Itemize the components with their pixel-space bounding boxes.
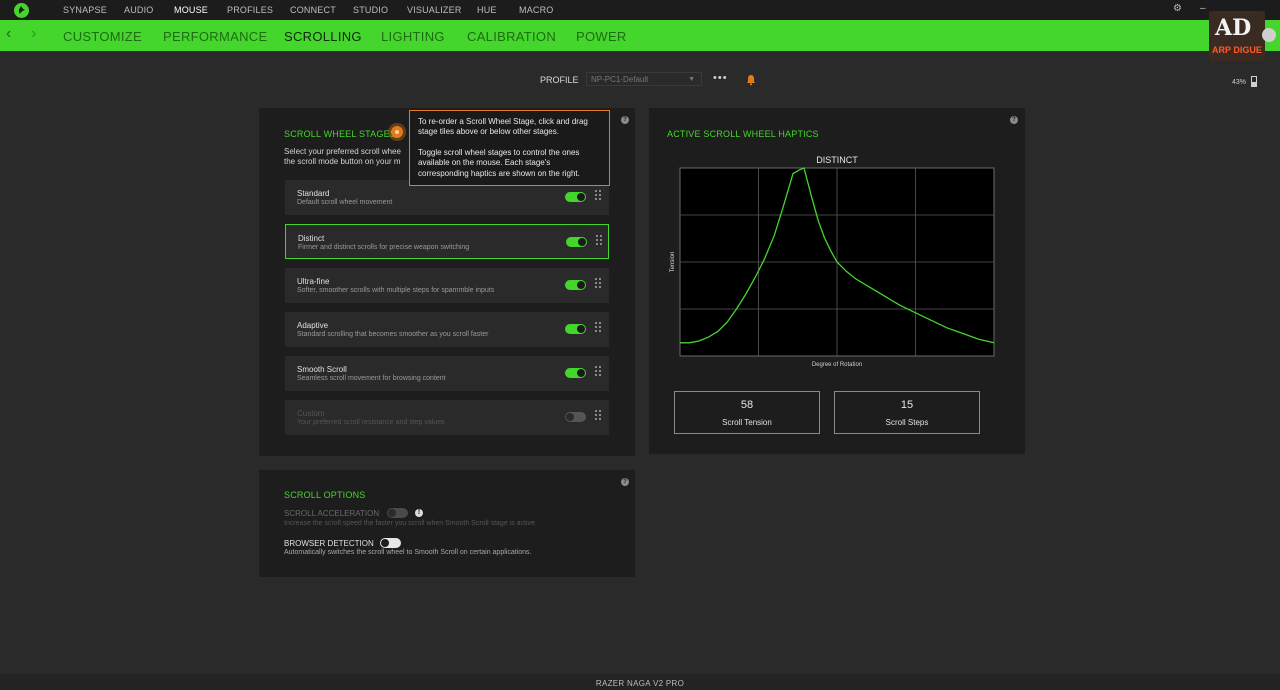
mouse-subnav: ‹ › CUSTOMIZE PERFORMANCE SCROLLING LIGH… (0, 20, 1280, 51)
drag-handle-icon[interactable] (596, 235, 602, 248)
stage-tile-distinct[interactable]: Distinct Firmer and distinct scrolls for… (285, 224, 609, 259)
stage-name: Custom (297, 409, 325, 418)
scroll-options-help-icon[interactable]: ? (621, 478, 629, 486)
top-navigation-bar: SYNAPSE AUDIO MOUSE PROFILES CONNECT STU… (0, 0, 1280, 20)
scroll-tension-value: 58 (740, 399, 754, 411)
drag-handle-icon[interactable] (595, 366, 601, 379)
scroll-steps-box[interactable]: 15 Scroll Steps (834, 391, 980, 434)
bell-icon[interactable] (745, 73, 757, 91)
stage-toggle-distinct[interactable] (566, 237, 587, 247)
stage-description: Default scroll wheel movement (297, 199, 393, 206)
browser-detection-description: Automatically switches the scroll wheel … (284, 549, 532, 556)
stage-name: Distinct (298, 234, 325, 243)
haptics-chart: Tension Degree of Rotation (670, 167, 995, 368)
topnav-synapse[interactable]: SYNAPSE (63, 5, 107, 15)
topnav-profiles[interactable]: PROFILES (227, 5, 273, 15)
tooltip-paragraph-2: Toggle scroll wheel stages to control th… (418, 147, 580, 178)
tab-lighting[interactable]: LIGHTING (381, 29, 445, 44)
scroll-options-title: SCROLL OPTIONS (284, 490, 366, 500)
stage-description: Seamless scroll movement for browsing co… (297, 375, 446, 382)
drag-handle-icon[interactable] (595, 278, 601, 291)
battery-percent: 43% (1232, 79, 1247, 86)
stage-description: Standard scrolling that becomes smoother… (297, 331, 489, 338)
forward-arrow-icon[interactable]: › (31, 25, 36, 43)
back-arrow-icon[interactable]: ‹ (6, 25, 11, 43)
settings-gear-icon[interactable]: ⚙ (1173, 3, 1182, 14)
stages-description-line1: Select your preferred scroll whee (284, 147, 401, 156)
browser-detection-label: BROWSER DETECTION (284, 539, 374, 548)
stage-tile-custom[interactable]: Custom Your preferred scroll resistance … (285, 400, 609, 435)
stage-toggle-smooth-scroll[interactable] (565, 368, 586, 378)
scroll-steps-value: 15 (900, 399, 914, 411)
stage-toggle-custom[interactable] (565, 412, 586, 422)
tooltip-indicator-icon[interactable] (391, 126, 403, 138)
chart-title: DISTINCT (816, 155, 858, 165)
profile-more-button[interactable]: ••• (713, 72, 728, 84)
drag-handle-icon[interactable] (595, 190, 601, 203)
scroll-acceleration-toggle[interactable] (387, 508, 408, 518)
profile-value: NP-PC1-Default (591, 75, 649, 84)
razer-logo-icon[interactable] (14, 3, 29, 18)
battery-icon (1251, 76, 1257, 87)
device-name: RAZER NAGA V2 PRO (595, 679, 685, 688)
profile-dropdown[interactable]: NP-PC1-Default ▼ (586, 72, 702, 86)
stages-help-icon[interactable]: ? (621, 116, 629, 124)
stage-name: Standard (297, 189, 330, 198)
drag-handle-icon[interactable] (595, 322, 601, 335)
stages-title: SCROLL WHEEL STAGES (284, 129, 396, 139)
x-axis-label: Degree of Rotation (812, 362, 862, 368)
scroll-tension-label: Scroll Tension (722, 418, 772, 427)
watermark-logo: AD ARP DIGUE (1209, 11, 1265, 61)
profile-label: PROFILE (540, 75, 579, 85)
tooltip-paragraph-1: To re-order a Scroll Wheel Stage, click … (418, 117, 588, 137)
device-footer: RAZER NAGA V2 PRO (0, 674, 1280, 690)
topnav-mouse[interactable]: MOUSE (174, 5, 208, 15)
chevron-down-icon: ▼ (688, 76, 695, 83)
topnav-visualizer[interactable]: VISUALIZER (407, 5, 462, 15)
topnav-hue[interactable]: HUE (477, 5, 497, 15)
stage-name: Smooth Scroll (297, 365, 347, 374)
haptics-title: ACTIVE SCROLL WHEEL HAPTICS (667, 129, 819, 139)
topnav-audio[interactable]: AUDIO (124, 5, 154, 15)
stage-description: Firmer and distinct scrolls for precise … (298, 244, 470, 251)
stage-toggle-adaptive[interactable] (565, 324, 586, 334)
scroll-steps-label: Scroll Steps (885, 418, 929, 427)
stage-tile-adaptive[interactable]: Adaptive Standard scrolling that becomes… (285, 312, 609, 347)
scroll-acceleration-label: SCROLL ACCELERATION (284, 509, 380, 518)
stage-description: Softer, smoother scrolls with multiple s… (297, 287, 495, 294)
browser-detection-toggle[interactable] (380, 538, 401, 548)
user-avatar[interactable] (1262, 28, 1276, 42)
stage-toggle-ultra-fine[interactable] (565, 280, 586, 290)
scroll-acceleration-description: Increase the scroll speed the faster you… (284, 520, 537, 527)
topnav-studio[interactable]: STUDIO (353, 5, 388, 15)
stage-tile-ultra-fine[interactable]: Ultra-fine Softer, smoother scrolls with… (285, 268, 609, 303)
topnav-connect[interactable]: CONNECT (290, 5, 336, 15)
haptics-help-icon[interactable]: ? (1010, 116, 1018, 124)
stage-description: Your preferred scroll resistance and ste… (297, 419, 445, 426)
drag-handle-icon[interactable] (595, 410, 601, 423)
info-alert-icon[interactable]: ! (415, 509, 423, 517)
stage-toggle-standard[interactable] (565, 192, 586, 202)
tab-calibration[interactable]: CALIBRATION (467, 29, 556, 44)
scroll-tension-box[interactable]: 58 Scroll Tension (674, 391, 820, 434)
tab-performance[interactable]: PERFORMANCE (163, 29, 267, 44)
y-axis-label: Tension (670, 252, 676, 273)
tab-power[interactable]: POWER (576, 29, 627, 44)
reorder-tooltip: To re-order a Scroll Wheel Stage, click … (409, 110, 610, 186)
stages-description-line2: the scroll mode button on your m (284, 157, 401, 166)
tab-customize[interactable]: CUSTOMIZE (63, 29, 142, 44)
stage-name: Adaptive (297, 321, 329, 330)
stage-tile-smooth-scroll[interactable]: Smooth Scroll Seamless scroll movement f… (285, 356, 609, 391)
tab-scrolling[interactable]: SCROLLING (284, 29, 362, 44)
minimize-icon[interactable]: – (1200, 3, 1206, 14)
stage-name: Ultra-fine (297, 277, 330, 286)
topnav-macro[interactable]: MACRO (519, 5, 554, 15)
